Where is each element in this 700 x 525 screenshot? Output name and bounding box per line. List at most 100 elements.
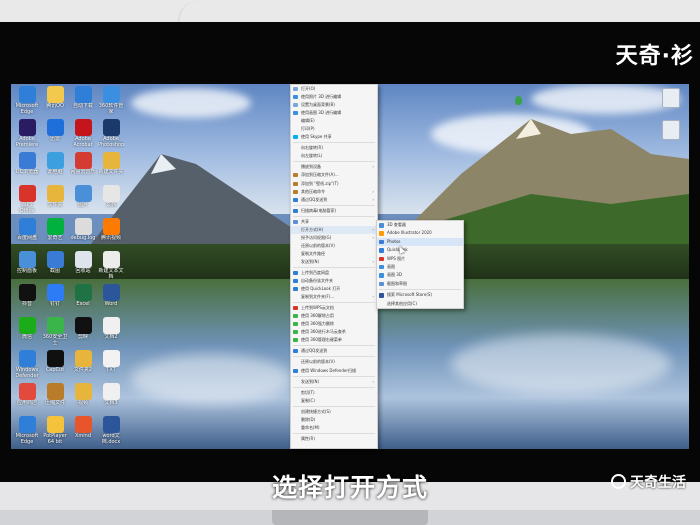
menu-item[interactable]: 复制文件路径 bbox=[291, 250, 377, 258]
desktop-icon[interactable]: 腾讯视频 bbox=[98, 218, 124, 250]
desktop-icon[interactable]: 控制面板 bbox=[14, 251, 40, 283]
menu-item[interactable]: 复制(C) bbox=[291, 397, 377, 405]
menu-item[interactable]: 打印(P) bbox=[291, 125, 377, 133]
desktop-icon[interactable]: CapCut bbox=[42, 350, 68, 382]
desktop-icon[interactable]: Adobe Acrobat bbox=[70, 119, 96, 151]
menu-item[interactable]: WPS 图片 bbox=[377, 255, 463, 263]
menu-item[interactable]: 剪切(T) bbox=[291, 389, 377, 397]
document-icon[interactable] bbox=[662, 120, 680, 140]
menu-item[interactable]: 扫描病毒(电脑管家) bbox=[291, 207, 377, 215]
desktop-icon[interactable]: 文件夹2 bbox=[70, 350, 96, 382]
menu-item[interactable]: 复制到文件夹(F)... › bbox=[291, 293, 377, 301]
menu-item[interactable]: Photos bbox=[377, 237, 463, 247]
desktop-icon[interactable]: UC浏览器 bbox=[14, 152, 40, 184]
recycle-bin-icon[interactable] bbox=[662, 88, 680, 108]
desktop-icon[interactable]: 剪映 bbox=[70, 317, 96, 349]
menu-item[interactable]: 属性(R) bbox=[291, 435, 377, 443]
menu-item[interactable]: 搜索 Microsoft Store(S) bbox=[377, 291, 463, 299]
desktop-icon[interactable]: 文档2 bbox=[98, 317, 124, 349]
desktop-icon[interactable]: 腾讯QQ bbox=[42, 86, 68, 118]
desktop-icon[interactable]: 文档 bbox=[98, 185, 124, 217]
desktop-icon[interactable]: 新建文本文档 bbox=[98, 251, 124, 283]
menu-item[interactable]: 共享 bbox=[291, 218, 377, 226]
menu-item[interactable]: 上传到WPS云文档 bbox=[291, 304, 377, 312]
menu-item[interactable]: 使用 360强力删除 bbox=[291, 320, 377, 328]
menu-item[interactable]: 向右旋转(R) bbox=[291, 144, 377, 152]
desktop-icon[interactable]: 迅雷 bbox=[42, 119, 68, 151]
desktop-icon-label: 压缩文件 bbox=[44, 400, 65, 406]
desktop-icon[interactable]: 抖音 bbox=[14, 284, 40, 316]
menu-item[interactable]: 使用 QuickLook 打开 bbox=[291, 285, 377, 293]
desktop-icon[interactable]: 压缩文件 bbox=[42, 383, 68, 415]
desktop-icon[interactable]: 百度网盘 bbox=[14, 218, 40, 250]
menu-item[interactable]: 使用 360管理右键菜单 bbox=[291, 336, 377, 344]
desktop-icon[interactable]: word文档.docx bbox=[98, 416, 124, 448]
desktop-icon[interactable]: 视频 bbox=[70, 383, 96, 415]
desktop-icon[interactable]: Microsoft Edge bbox=[14, 86, 40, 118]
menu-item[interactable]: 选择其他应用(C) bbox=[377, 300, 463, 308]
desktop-icon[interactable]: 新建文件夹 bbox=[98, 152, 124, 184]
menu-item[interactable]: 使用 Skype 共享 bbox=[291, 133, 377, 141]
desktop-icon[interactable]: Adobe Premiere bbox=[14, 119, 40, 151]
menu-item[interactable]: 使用 360解除占用 bbox=[291, 312, 377, 320]
menu-item[interactable]: 使用照片 3D 进行编辑 bbox=[291, 93, 377, 101]
menu-item[interactable]: 还原以前的版本(V) bbox=[291, 242, 377, 250]
desktop-icon-label: Excel bbox=[76, 301, 90, 307]
menu-item[interactable]: 使用 360进行木马云查杀 bbox=[291, 328, 377, 336]
menu-item[interactable]: 发送到(N) › bbox=[291, 258, 377, 266]
menu-item[interactable]: 创建快捷方式(S) bbox=[291, 408, 377, 416]
menu-item-icon bbox=[293, 173, 298, 178]
menu-separator bbox=[293, 356, 375, 358]
desktop-icon[interactable]: Adobe Photoshop bbox=[98, 119, 124, 151]
menu-item[interactable]: Adobe Illustrator 2020 bbox=[377, 229, 463, 237]
desktop-icon[interactable]: Word bbox=[98, 284, 124, 316]
menu-item[interactable]: 通过QQ发送到 bbox=[291, 347, 377, 355]
desktop-icon[interactable]: 截图 bbox=[42, 251, 68, 283]
menu-item[interactable]: 发送到(N) › bbox=[291, 378, 377, 386]
menu-item[interactable]: 向左旋转(L) bbox=[291, 152, 377, 160]
desktop-icon[interactable]: PotPlayer 64 bit bbox=[42, 416, 68, 448]
menu-item[interactable]: 还原以前的版本(V) bbox=[291, 358, 377, 366]
desktop-icon[interactable]: Excel bbox=[70, 284, 96, 316]
desktop-icon[interactable]: 360安全卫士 bbox=[42, 317, 68, 349]
menu-item[interactable]: 设置为桌面背景(B) bbox=[291, 101, 377, 109]
desktop-icon[interactable]: 回收站 bbox=[70, 251, 96, 283]
desktop-icon[interactable]: Windows Defender bbox=[14, 350, 40, 382]
desktop-icon[interactable]: 爱奇艺 bbox=[42, 218, 68, 250]
menu-item[interactable]: 重命名(M) bbox=[291, 424, 377, 432]
desktop-icon[interactable]: TXT bbox=[98, 350, 124, 382]
desktop-icon[interactable]: 网易云音乐 bbox=[70, 152, 96, 184]
menu-item[interactable]: 编辑(E) bbox=[291, 117, 377, 125]
desktop-icon[interactable]: 文档3 bbox=[98, 383, 124, 415]
menu-item[interactable]: 画图 3D bbox=[377, 271, 463, 279]
menu-item[interactable]: 添加到压缩文件(A)... bbox=[291, 171, 377, 179]
desktop-icon[interactable]: 360软件管家 bbox=[98, 86, 124, 118]
menu-item[interactable]: 其他压缩命令 › bbox=[291, 188, 377, 196]
desktop-icon[interactable]: debug.log bbox=[70, 218, 96, 250]
desktop-icon[interactable]: 微信 bbox=[14, 317, 40, 349]
desktop-icon[interactable]: 图片 bbox=[70, 185, 96, 217]
menu-item[interactable]: 添加到 "壁纸.zip"(T) bbox=[291, 180, 377, 188]
desktop-icon[interactable]: 此电脑 bbox=[42, 152, 68, 184]
menu-item[interactable]: QuickLook bbox=[377, 246, 463, 254]
menu-item[interactable]: 画图 bbox=[377, 263, 463, 271]
menu-item[interactable]: 使用 Windows Defender扫描 bbox=[291, 367, 377, 375]
menu-item[interactable]: 截图和草图 bbox=[377, 280, 463, 288]
desktop-icon[interactable]: 应用商店 bbox=[14, 383, 40, 415]
menu-item[interactable]: 上传到百度网盘 bbox=[291, 269, 377, 277]
menu-item[interactable]: 自动备份该文件夹 bbox=[291, 277, 377, 285]
menu-item[interactable]: 授予访问权限(G) › bbox=[291, 234, 377, 242]
menu-item[interactable]: 删除(D) bbox=[291, 416, 377, 424]
menu-item[interactable]: 3D 查看器 bbox=[377, 221, 463, 229]
desktop-icon[interactable]: Xmind bbox=[70, 416, 96, 448]
desktop-icon[interactable]: 文件夹 bbox=[42, 185, 68, 217]
desktop-icon[interactable]: 钉钉 bbox=[42, 284, 68, 316]
menu-item[interactable]: 播放到设备 › bbox=[291, 163, 377, 171]
menu-item[interactable]: 打开(O) bbox=[291, 85, 377, 93]
menu-item[interactable]: 使用画图 3D 进行编辑 bbox=[291, 109, 377, 117]
desktop-icon[interactable]: 自动下载 bbox=[70, 86, 96, 118]
desktop-icon[interactable]: Microsoft Edge bbox=[14, 416, 40, 448]
desktop-icon[interactable]: WPS Office bbox=[14, 185, 40, 217]
menu-item[interactable]: 通过QQ发送到 › bbox=[291, 196, 377, 204]
menu-item[interactable]: 打开方式(H) › bbox=[291, 225, 377, 234]
